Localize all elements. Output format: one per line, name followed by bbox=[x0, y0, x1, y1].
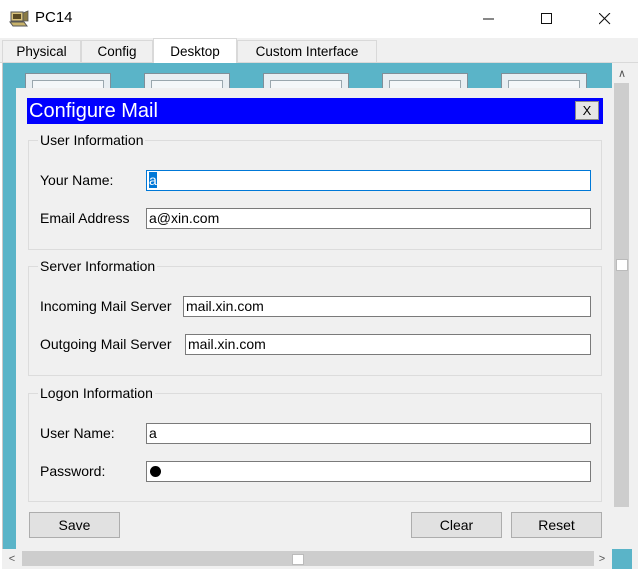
user-information-group bbox=[28, 140, 602, 250]
your-name-input[interactable]: a bbox=[146, 170, 591, 191]
reset-button[interactable]: Reset bbox=[511, 512, 602, 538]
save-button[interactable]: Save bbox=[29, 512, 120, 538]
password-input[interactable] bbox=[146, 461, 591, 482]
password-mask-dot bbox=[150, 466, 161, 477]
incoming-server-input[interactable]: mail.xin.com bbox=[183, 296, 591, 317]
close-icon bbox=[599, 13, 611, 25]
tab-custom-interface[interactable]: Custom Interface bbox=[237, 40, 377, 62]
scroll-grip bbox=[616, 259, 628, 271]
server-information-group bbox=[28, 266, 602, 376]
minimize-icon bbox=[483, 18, 494, 20]
user-name-input[interactable]: a bbox=[146, 423, 591, 444]
window-titlebar: PC14 bbox=[0, 0, 638, 38]
scroll-right-icon[interactable]: > bbox=[592, 550, 612, 568]
horizontal-scroll-thumb[interactable] bbox=[22, 551, 594, 566]
scrollbar-corner bbox=[612, 549, 632, 569]
dialog-close-button[interactable]: X bbox=[575, 101, 599, 120]
scroll-up-icon[interactable]: ∧ bbox=[612, 64, 632, 82]
window-title: PC14 bbox=[35, 9, 73, 26]
clear-button[interactable]: Clear bbox=[411, 512, 502, 538]
outgoing-server-label: Outgoing Mail Server bbox=[40, 336, 172, 352]
maximize-icon bbox=[541, 13, 552, 24]
dialog-title: Configure Mail bbox=[29, 100, 158, 122]
vertical-scrollbar[interactable]: ∧ bbox=[612, 63, 632, 549]
email-address-input[interactable]: a@xin.com bbox=[146, 208, 591, 229]
configure-mail-dialog: Configure Mail X User Information Your N… bbox=[16, 88, 614, 549]
packet-tracer-pc-icon bbox=[9, 10, 29, 27]
minimize-button[interactable] bbox=[466, 0, 512, 38]
tab-desktop[interactable]: Desktop bbox=[153, 38, 237, 63]
scroll-grip bbox=[292, 554, 304, 565]
horizontal-scrollbar[interactable]: < > bbox=[2, 549, 612, 569]
group-title-server: Server Information bbox=[38, 258, 158, 274]
tab-bar: Physical Config Desktop Custom Interface bbox=[0, 38, 638, 63]
dialog-header: Configure Mail X bbox=[27, 98, 603, 124]
group-title-user: User Information bbox=[38, 132, 146, 148]
your-name-label: Your Name: bbox=[40, 172, 114, 188]
window-edge bbox=[632, 63, 638, 569]
scroll-left-icon[interactable]: < bbox=[2, 550, 22, 568]
maximize-button[interactable] bbox=[524, 0, 570, 38]
tab-config[interactable]: Config bbox=[81, 40, 153, 62]
group-title-logon: Logon Information bbox=[38, 385, 155, 401]
tab-physical[interactable]: Physical bbox=[2, 40, 81, 62]
password-label: Password: bbox=[40, 463, 106, 479]
incoming-server-label: Incoming Mail Server bbox=[40, 298, 172, 314]
user-name-label: User Name: bbox=[40, 425, 115, 441]
your-name-value: a bbox=[149, 172, 157, 188]
email-address-label: Email Address bbox=[40, 210, 130, 226]
vertical-scroll-thumb[interactable] bbox=[614, 83, 629, 507]
outgoing-server-input[interactable]: mail.xin.com bbox=[185, 334, 591, 355]
close-button[interactable] bbox=[582, 0, 628, 38]
logon-information-group bbox=[28, 393, 602, 502]
